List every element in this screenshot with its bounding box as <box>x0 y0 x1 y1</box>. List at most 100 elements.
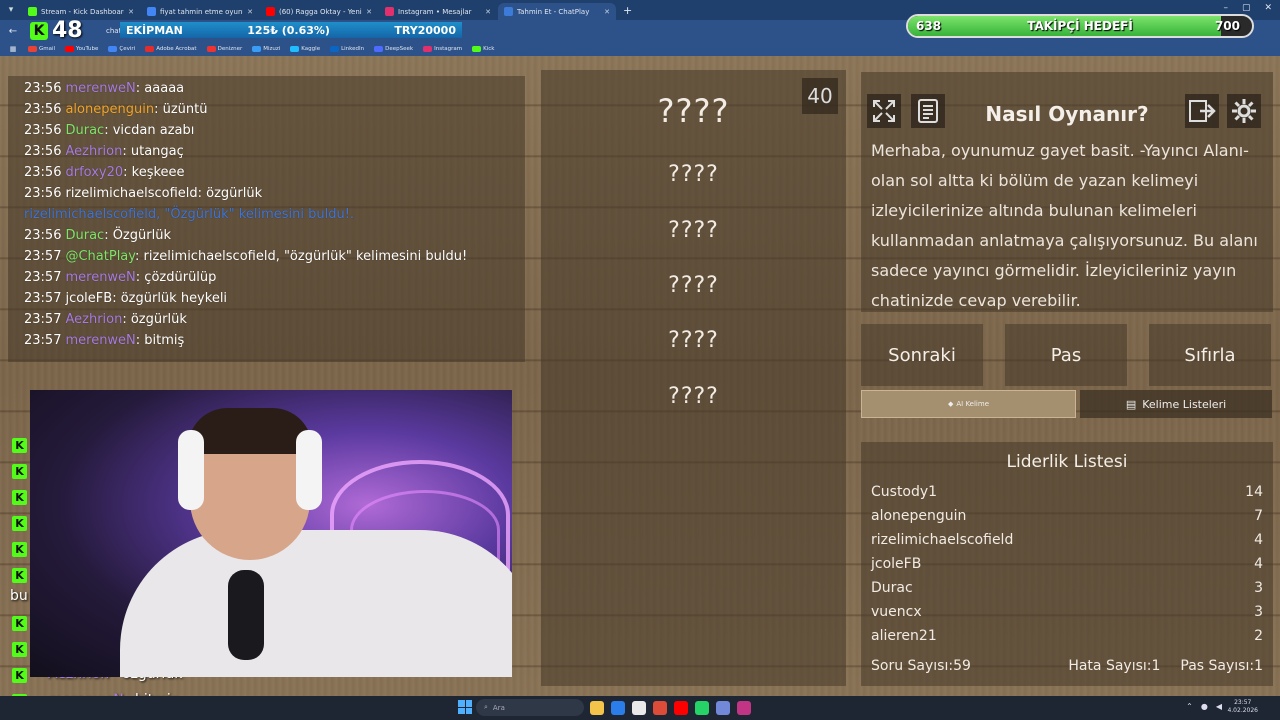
tab-close-icon[interactable]: ✕ <box>366 8 372 16</box>
bookmark-item[interactable]: Kick <box>472 46 494 52</box>
back-icon[interactable]: ← <box>6 26 20 37</box>
chat-username[interactable]: Durac <box>65 123 104 138</box>
chat-message: 23:56 merenweN: aaaaa <box>24 78 525 99</box>
browser-tab[interactable]: fiyat tahmin etme oyunu - Goo ✕ <box>141 3 259 20</box>
chat-text: : bitmiş <box>135 333 185 348</box>
chat-username[interactable]: merenweN <box>65 333 135 348</box>
chat-message: 23:57 merenweN: çözdürülüp <box>24 267 525 288</box>
tab-search-icon[interactable]: ▾ <box>4 3 18 17</box>
tab-close-icon[interactable]: ✕ <box>485 8 491 16</box>
ticker-price: TRY20000 <box>394 23 456 37</box>
maximize-icon[interactable]: ▢ <box>1242 3 1251 13</box>
reset-button[interactable]: Sıfırla <box>1149 324 1271 386</box>
bookmark-item[interactable]: Kaggle <box>290 46 320 52</box>
kick-badge-icon: K <box>12 438 27 453</box>
chat-username[interactable]: alonepenguin <box>65 102 154 117</box>
kick-badge-icon: K <box>12 516 27 531</box>
chat-username[interactable]: merenweN <box>65 81 135 96</box>
chat-text: : keşkeee <box>123 165 185 180</box>
chat-username[interactable]: Durac <box>65 228 104 243</box>
leaderboard-name: alonepenguin <box>871 508 967 524</box>
browser-tab[interactable]: Tahmin Et - ChatPlay ✕ <box>498 3 616 20</box>
word-lists-button[interactable]: ▤ Kelime Listeleri <box>1080 390 1272 418</box>
bookmark-item[interactable]: Adobe Acrobat <box>145 46 197 52</box>
youtube-icon[interactable] <box>674 701 688 715</box>
chevron-up-icon[interactable]: ⌃ <box>1186 702 1193 711</box>
taskbar: ⌕ Ara ⌃ ● ◀ 23:57 4.02.2026 <box>0 696 1280 720</box>
next-button[interactable]: Sonraki <box>861 324 983 386</box>
chat-username[interactable]: rizelimichaelscofield <box>65 186 197 201</box>
chat-text: : özgürlük <box>197 186 263 201</box>
clock[interactable]: 23:57 4.02.2026 <box>1227 699 1258 715</box>
minimize-icon[interactable]: – <box>1223 3 1228 13</box>
bookmark-item[interactable]: Çeviri <box>108 46 135 52</box>
pass-button[interactable]: Pas <box>1005 324 1127 386</box>
volume-icon[interactable]: ◀ <box>1216 702 1222 711</box>
leaderboard-score: 14 <box>1245 484 1263 500</box>
bookmark-label: LinkedIn <box>341 46 365 52</box>
headphone-right <box>296 430 322 510</box>
forbidden-word: ???? <box>668 273 719 298</box>
app-icon[interactable] <box>737 701 751 715</box>
chat-username[interactable]: jcoleFB <box>65 291 112 306</box>
bookmark-label: Çeviri <box>119 46 136 52</box>
windows-start-icon[interactable] <box>458 700 472 714</box>
chat-username[interactable]: merenweN <box>65 270 135 285</box>
tab-close-icon[interactable]: ✕ <box>128 8 134 16</box>
bookmark-label: Kick <box>483 46 495 52</box>
chat-time: 23:56 <box>24 81 62 96</box>
leaderboard-score: 3 <box>1254 580 1263 596</box>
apps-icon[interactable]: ▦ <box>6 45 20 53</box>
browser-tab[interactable]: Instagram • Mesajlar ✕ <box>379 3 497 20</box>
taskbar-search[interactable]: ⌕ Ara <box>476 699 584 716</box>
tab-close-icon[interactable]: ✕ <box>247 8 253 16</box>
error-count: Hata Sayısı:1 <box>1068 658 1161 674</box>
chat-username[interactable]: drfoxy20 <box>65 165 123 180</box>
bookmark-favicon-icon <box>290 46 300 52</box>
kick-badge-icon: K <box>12 642 27 657</box>
forbidden-word: ???? <box>668 328 719 353</box>
new-tab-button[interactable]: + <box>623 4 632 17</box>
ai-icon: ◆ <box>947 400 954 408</box>
follower-goal-bar: TAKİPÇİ HEDEFİ 638 700 <box>906 14 1254 38</box>
tab-close-icon[interactable]: ✕ <box>604 8 610 16</box>
mic-icon[interactable]: ● <box>1201 702 1208 711</box>
list-icon: ▤ <box>1125 397 1137 411</box>
file-explorer-icon[interactable] <box>590 701 604 715</box>
chat-text: : vicdan azabı <box>104 123 195 138</box>
store-icon[interactable] <box>632 701 646 715</box>
chat-username[interactable]: Aezhrion <box>65 312 122 327</box>
kick-badge-icon: K <box>12 568 27 583</box>
chat-message: 23:56 Durac: vicdan azabı <box>24 120 525 141</box>
bookmark-item[interactable]: YouTube <box>65 46 98 52</box>
chat-time: 23:56 <box>24 186 62 201</box>
browser-tab[interactable]: (60) Ragga Oktay - Yeniden (Of ✕ <box>260 3 378 20</box>
ai-word-button[interactable]: ◆ AI Kelime <box>861 390 1076 418</box>
close-icon[interactable]: ✕ <box>1264 3 1272 13</box>
discord-icon[interactable] <box>716 701 730 715</box>
bookmark-favicon-icon <box>423 46 433 52</box>
bookmark-label: Adobe Acrobat <box>156 46 197 52</box>
kick-badge-icon: K <box>12 490 27 505</box>
kick-badge-icon: K <box>12 542 27 557</box>
tab-favicon-icon <box>266 7 275 16</box>
chat-username[interactable]: @ChatPlay <box>65 249 135 264</box>
chat-text: : üzüntü <box>154 102 208 117</box>
whatsapp-icon[interactable] <box>695 701 709 715</box>
bookmark-item[interactable]: Mizuzi <box>252 46 280 52</box>
bookmark-item[interactable]: Denizner <box>206 46 242 52</box>
bookmark-item[interactable]: DeepSeek <box>374 46 413 52</box>
chat-message: rizelimichaelscofield, "Özgürlük" kelime… <box>24 204 525 225</box>
how-to-play-text: Merhaba, oyunumuz gayet basit. -Yayıncı … <box>871 141 1258 310</box>
chat-username[interactable]: Aezhrion <box>65 144 122 159</box>
bookmark-item[interactable]: LinkedIn <box>330 46 364 52</box>
tab-title: (60) Ragga Oktay - Yeniden (Of <box>279 7 362 16</box>
ticker-name: EKİPMAN <box>126 23 183 37</box>
bookmark-item[interactable]: Instagram <box>423 46 462 52</box>
chat-time: 23:57 <box>24 249 62 264</box>
chrome-icon[interactable] <box>653 701 667 715</box>
bookmark-item[interactable]: Gmail <box>28 46 55 52</box>
leaderboard-score: 7 <box>1254 508 1263 524</box>
edge-icon[interactable] <box>611 701 625 715</box>
follower-goal-title: TAKİPÇİ HEDEFİ <box>1027 19 1133 33</box>
